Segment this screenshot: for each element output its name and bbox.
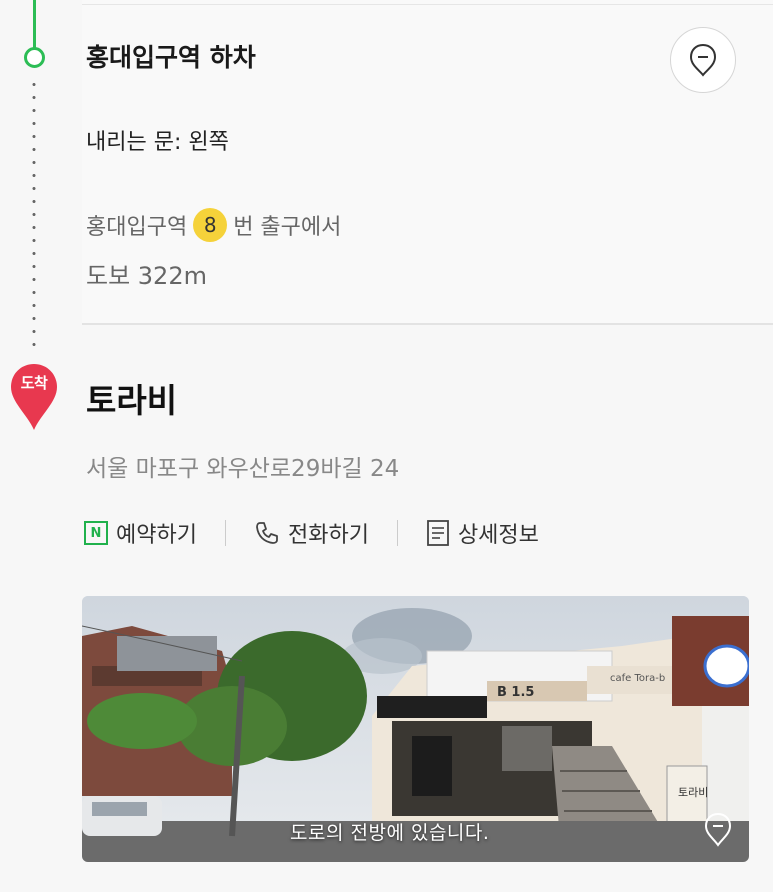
call-label: 전화하기	[287, 523, 369, 548]
location-pin-icon	[689, 43, 717, 77]
destination-address: 서울 마포구 와우산로29바길 24	[86, 456, 400, 482]
exit-station: 홍대입구역	[86, 215, 188, 240]
location-button[interactable]	[670, 27, 736, 93]
exit-info: 홍대입구역 8 번 출구에서	[86, 208, 341, 242]
divider	[82, 4, 773, 5]
phone-icon	[256, 522, 278, 544]
street-view-caption: 도로의 전방에 있습니다.	[290, 822, 490, 844]
sign-torabi: 토라비	[678, 786, 708, 799]
sign-cafe: cafe Tora-b	[610, 673, 665, 684]
exit-number-badge: 8	[193, 208, 228, 242]
route-detail-screen: 도착 홍대입구역 하차 내리는 문: 왼쪽 홍대입구역 8 번 출구에서 도보 …	[0, 0, 773, 892]
details-label: 상세정보	[457, 523, 539, 548]
stop-dot	[24, 47, 45, 68]
exit-door-info: 내리는 문: 왼쪽	[86, 130, 229, 155]
station-title: 홍대입구역 하차	[86, 43, 256, 72]
walking-path-line	[32, 78, 36, 346]
document-icon	[427, 520, 449, 546]
exit-suffix: 번 출구에서	[233, 215, 342, 240]
route-line	[33, 0, 36, 48]
walk-distance: 도보 322m	[86, 262, 207, 290]
street-view-pin-icon[interactable]	[703, 812, 733, 848]
naver-booking-icon: N	[84, 521, 108, 545]
arrival-badge: 도착	[20, 374, 48, 392]
call-button[interactable]: 전화하기	[254, 517, 369, 549]
reserve-label: 예약하기	[116, 523, 197, 548]
reserve-button[interactable]: N 예약하기	[84, 517, 197, 549]
divider	[82, 323, 773, 325]
action-bar: N 예약하기 전화하기 상세정보	[84, 514, 539, 552]
sign-b15: B 1.5	[497, 685, 534, 700]
details-button[interactable]: 상세정보	[426, 517, 539, 549]
destination-name[interactable]: 토라비	[86, 374, 177, 422]
separator	[224, 520, 226, 546]
separator	[396, 520, 398, 546]
